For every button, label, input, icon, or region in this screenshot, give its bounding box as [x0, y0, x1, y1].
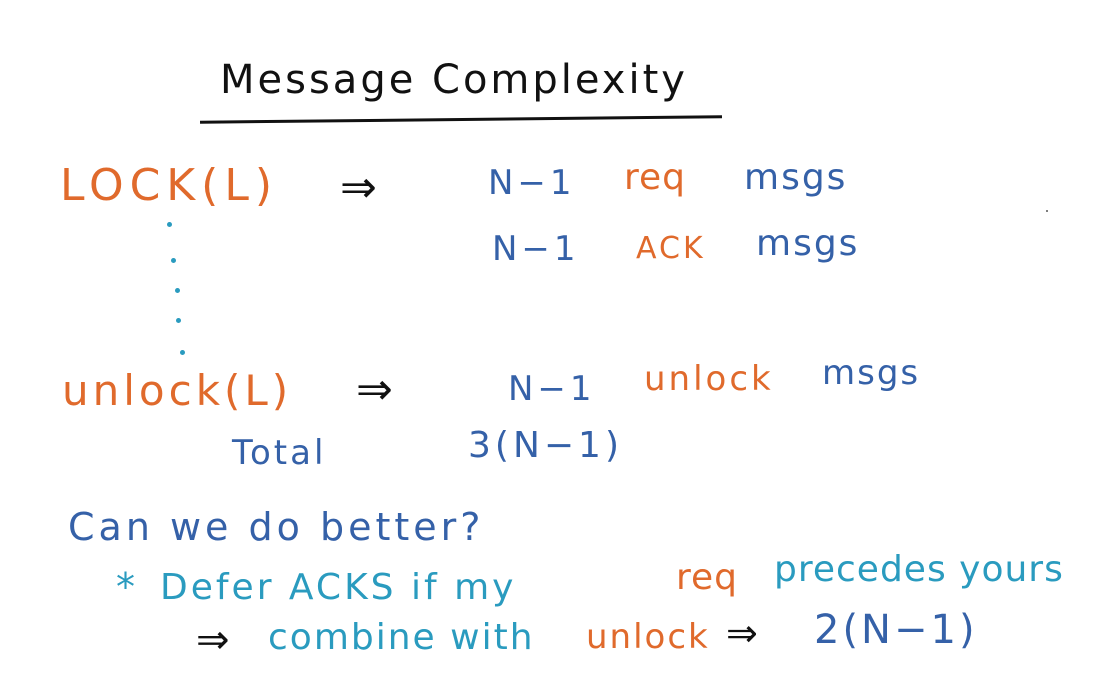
unlock-msgs-word: msgs — [822, 353, 921, 393]
ellipsis-dot — [167, 222, 172, 227]
total-value: 3(N−1) — [468, 425, 623, 466]
req-word: req — [676, 557, 739, 598]
ack-count: N−1 — [492, 229, 580, 269]
ellipsis-dot — [180, 350, 185, 355]
title-underline — [199, 115, 723, 124]
unlock-label: unlock(L) — [62, 366, 293, 415]
req-word: req — [624, 157, 687, 198]
implies-arrow-icon: ⇒ — [340, 162, 378, 213]
req-count: N−1 — [488, 163, 576, 203]
question-text: Can we do better? — [68, 505, 485, 549]
asterisk-icon: * — [116, 565, 136, 609]
unlock-word: unlock — [644, 359, 774, 399]
implies-arrow-icon: ⇒ — [356, 364, 394, 415]
precedes-text: precedes yours — [774, 549, 1064, 590]
ellipsis-dot — [171, 258, 176, 263]
unlock-word: unlock — [586, 617, 710, 657]
ink-speck — [1046, 210, 1048, 212]
unlock-count: N−1 — [508, 369, 596, 409]
ellipsis-dot — [175, 288, 180, 293]
ack-word: ACK — [636, 231, 706, 266]
implies-arrow-icon: ⇒ — [726, 611, 759, 655]
ellipsis-dot — [176, 318, 181, 323]
req-msgs-word: msgs — [744, 157, 848, 198]
combine-text: combine with — [268, 617, 535, 658]
page-title: Message Complexity — [220, 57, 688, 103]
defer-text: Defer ACKS if my — [160, 567, 517, 608]
result-value: 2(N−1) — [814, 607, 978, 653]
lock-label: LOCK(L) — [60, 160, 278, 211]
implies-arrow-icon: ⇒ — [196, 617, 231, 663]
total-label: Total — [232, 433, 327, 473]
ack-msgs-word: msgs — [756, 223, 860, 264]
